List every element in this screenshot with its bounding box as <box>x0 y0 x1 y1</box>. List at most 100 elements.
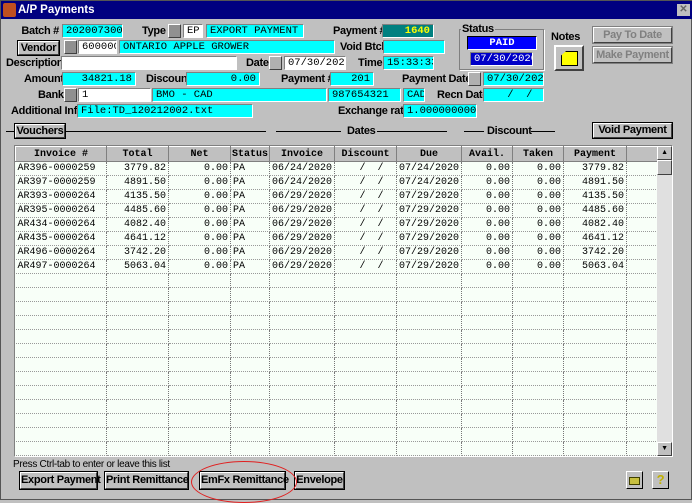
table-row[interactable] <box>15 329 665 344</box>
type-lookup-button[interactable] <box>168 24 181 38</box>
vouchers-button[interactable]: Vouchers <box>15 124 65 138</box>
column-header[interactable]: Taken <box>512 146 565 162</box>
table-row[interactable]: AR393-0000264 4135.50 0.00 PA 06/29/2020 / /… <box>15 189 665 204</box>
table-row[interactable]: AR395-0000264 4485.60 0.00 PA 06/29/2020 / /… <box>15 203 665 218</box>
vendor-code-field[interactable]: 600000 <box>78 40 117 54</box>
vendor-lookup-button[interactable] <box>64 40 77 54</box>
help-icon[interactable]: ? <box>652 471 669 489</box>
discount-group-label: Discount <box>487 125 532 137</box>
table-row[interactable] <box>15 287 665 302</box>
pay-to-date-button[interactable]: Pay To Date <box>593 27 672 43</box>
table-row[interactable] <box>15 399 665 414</box>
open-folder-icon[interactable] <box>626 471 643 489</box>
table-cell <box>512 385 565 400</box>
table-cell <box>168 441 231 456</box>
table-row[interactable] <box>15 273 665 288</box>
table-cell <box>334 413 398 428</box>
table-row[interactable] <box>15 385 665 400</box>
table-cell <box>230 399 270 414</box>
scroll-up-icon[interactable]: ▲ <box>657 146 672 160</box>
bank-label: Bank <box>38 89 64 101</box>
vouchers-table[interactable]: Invoice # Total Net Status Invoice Discount Du… <box>14 145 673 457</box>
bank-code-field[interactable]: 1 <box>78 88 151 102</box>
payment-date-calendar-button[interactable] <box>468 72 481 86</box>
table-cell <box>269 329 336 344</box>
table-row[interactable] <box>15 371 665 386</box>
table-row[interactable] <box>15 357 665 372</box>
table-cell: 0.00 <box>512 259 565 274</box>
amount-field: 34821.18 <box>62 72 136 86</box>
additional-info-field: File:TD_120212002.txt <box>77 104 253 118</box>
table-cell <box>563 329 628 344</box>
table-row[interactable]: AR496-0000264 3742.20 0.00 PA 06/29/2020 / /… <box>15 245 665 260</box>
column-header[interactable]: Net <box>168 146 231 162</box>
table-cell: / / <box>334 203 398 218</box>
table-cell <box>15 315 107 330</box>
table-cell <box>230 427 270 442</box>
table-cell <box>269 301 336 316</box>
table-cell <box>512 427 565 442</box>
table-cell: / / <box>334 259 398 274</box>
table-row[interactable] <box>15 427 665 442</box>
time-label: Time <box>358 57 383 69</box>
vendor-button[interactable]: Vendor <box>18 41 59 55</box>
description-field[interactable] <box>61 56 237 70</box>
table-cell <box>168 385 231 400</box>
table-cell <box>563 399 628 414</box>
table-cell: 06/29/2020 <box>269 189 336 204</box>
table-row[interactable] <box>15 413 665 428</box>
make-payment-button[interactable]: Make Payment <box>593 47 672 63</box>
table-row[interactable] <box>15 343 665 358</box>
table-cell: 4641.12 <box>106 231 169 246</box>
notes-button[interactable] <box>554 45 584 71</box>
export-payment-button[interactable]: Export Payment <box>20 472 101 489</box>
print-remittance-button[interactable]: Print Remittance <box>105 472 189 489</box>
table-cell <box>563 441 628 456</box>
bank-lookup-button[interactable] <box>64 88 77 102</box>
table-cell <box>334 371 398 386</box>
window-title: A/P Payments <box>18 4 95 16</box>
bank-name-field: BMO - CAD <box>152 88 327 102</box>
divider <box>276 131 341 132</box>
payment-date-field[interactable]: 07/30/2020 <box>483 72 544 86</box>
batch-field[interactable]: 2020073000 <box>62 24 123 38</box>
status-badge: PAID <box>467 36 537 50</box>
table-row[interactable] <box>15 301 665 316</box>
scroll-thumb[interactable] <box>657 160 672 175</box>
close-icon[interactable]: ✕ <box>677 4 690 16</box>
table-cell: 07/29/2020 <box>396 231 463 246</box>
table-row[interactable] <box>15 315 665 330</box>
column-header[interactable]: Status <box>230 146 270 162</box>
type-code-field[interactable]: EP <box>183 24 203 38</box>
void-batch-field[interactable] <box>383 40 445 54</box>
table-row[interactable]: AR434-0000264 4082.40 0.00 PA 06/29/2020 / /… <box>15 217 665 232</box>
column-header[interactable]: Invoice <box>268 146 336 162</box>
recn-date-field[interactable]: / / <box>483 88 544 102</box>
envelope-button[interactable]: Envelope <box>295 472 344 489</box>
column-header[interactable]: Total <box>106 146 169 162</box>
table-cell: 07/24/2020 <box>396 175 463 190</box>
table-row[interactable]: AR497-0000264 5063.04 0.00 PA 06/29/2020 / /… <box>15 259 665 274</box>
column-header[interactable]: Due <box>396 146 463 162</box>
date-label: Date <box>246 57 269 69</box>
void-payment-button[interactable]: Void Payment <box>593 123 672 138</box>
table-cell: PA <box>230 259 270 274</box>
table-row[interactable]: AR396-0000259 3779.82 0.00 PA 06/24/2020 / /… <box>15 161 665 176</box>
date-field[interactable]: 07/30/2020 <box>284 56 346 70</box>
column-header[interactable]: Payment <box>563 146 628 162</box>
scroll-down-icon[interactable]: ▼ <box>657 442 672 456</box>
table-row[interactable]: AR397-0000259 4891.50 0.00 PA 06/24/2020 / /… <box>15 175 665 190</box>
table-row[interactable] <box>15 441 665 456</box>
table-cell <box>512 301 565 316</box>
table-row[interactable]: AR435-0000264 4641.12 0.00 PA 06/29/2020 / /… <box>15 231 665 246</box>
vertical-scrollbar[interactable]: ▲ ▼ <box>657 146 672 456</box>
date-calendar-button[interactable] <box>269 56 282 70</box>
column-header[interactable]: Invoice # <box>15 146 107 162</box>
column-header[interactable]: Avail. <box>461 146 514 162</box>
discount-label: Discount <box>146 73 191 85</box>
app-fox-icon <box>3 3 16 17</box>
table-cell: 06/24/2020 <box>269 161 336 176</box>
column-header[interactable]: Discount <box>334 146 398 162</box>
table-cell <box>269 357 336 372</box>
table-cell: 06/29/2020 <box>269 217 336 232</box>
